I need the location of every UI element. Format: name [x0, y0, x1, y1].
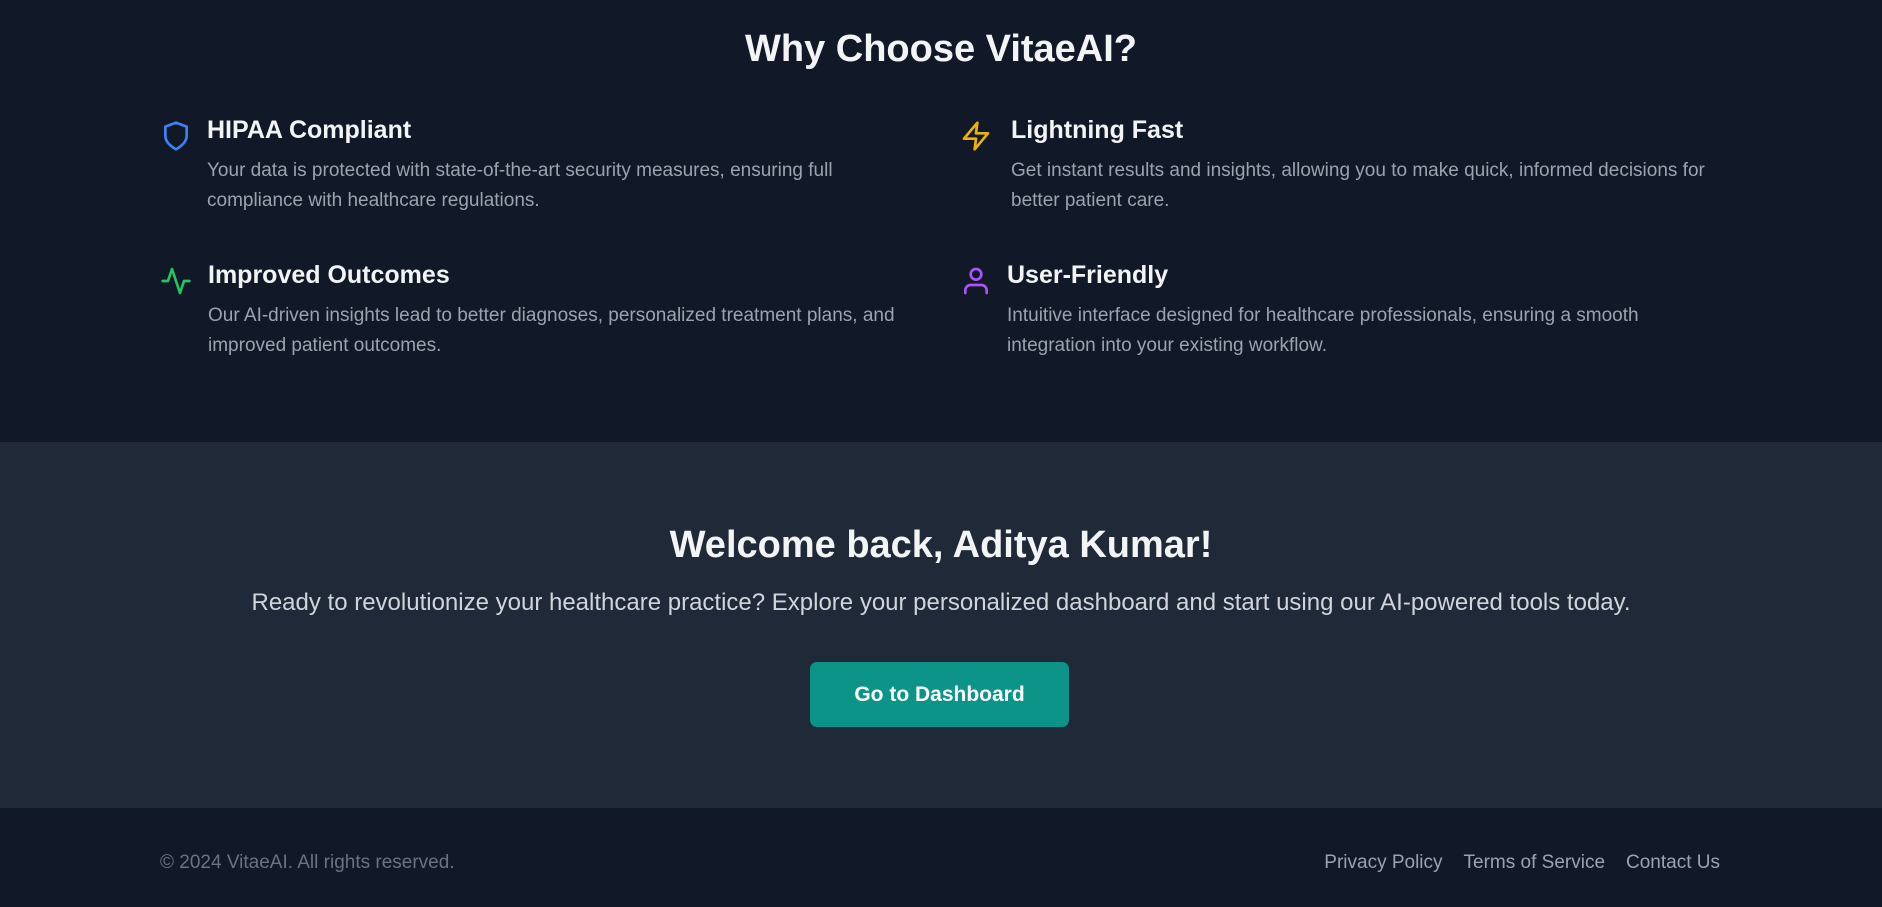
copyright-text: © 2024 VitaeAI. All rights reserved.	[160, 852, 455, 873]
feature-title: Lightning Fast	[1011, 116, 1184, 144]
footer-links: Privacy Policy Terms of Service Contact …	[1324, 852, 1720, 874]
feature-description: Get instant results and insights, allowi…	[1011, 160, 1705, 211]
welcome-subtitle: Ready to revolutionize your healthcare p…	[251, 589, 1631, 616]
feature-description: Intuitive interface designed for healthc…	[1007, 305, 1639, 356]
welcome-title: Welcome back, Aditya Kumar!	[669, 524, 1213, 566]
welcome-section: Welcome back, Aditya Kumar! Ready to rev…	[0, 442, 1882, 808]
feature-description: Your data is protected with state-of-the…	[207, 160, 833, 211]
activity-icon	[160, 265, 192, 297]
feature-title: Improved Outcomes	[208, 261, 450, 289]
user-icon	[960, 265, 992, 297]
privacy-policy-link[interactable]: Privacy Policy	[1324, 852, 1442, 874]
lightning-icon	[960, 120, 992, 152]
why-choose-section: Why Choose VitaeAI? HIPAA Compliant Your…	[0, 0, 1882, 442]
shield-icon	[160, 120, 192, 152]
terms-of-service-link[interactable]: Terms of Service	[1464, 852, 1605, 874]
contact-us-link[interactable]: Contact Us	[1626, 852, 1720, 874]
footer: © 2024 VitaeAI. All rights reserved. Pri…	[0, 808, 1882, 907]
go-to-dashboard-button[interactable]: Go to Dashboard	[810, 662, 1069, 727]
feature-description: Our AI-driven insights lead to better di…	[208, 305, 895, 356]
feature-title: HIPAA Compliant	[207, 116, 412, 144]
why-choose-title: Why Choose VitaeAI?	[744, 28, 1138, 70]
feature-title: User-Friendly	[1007, 261, 1169, 289]
